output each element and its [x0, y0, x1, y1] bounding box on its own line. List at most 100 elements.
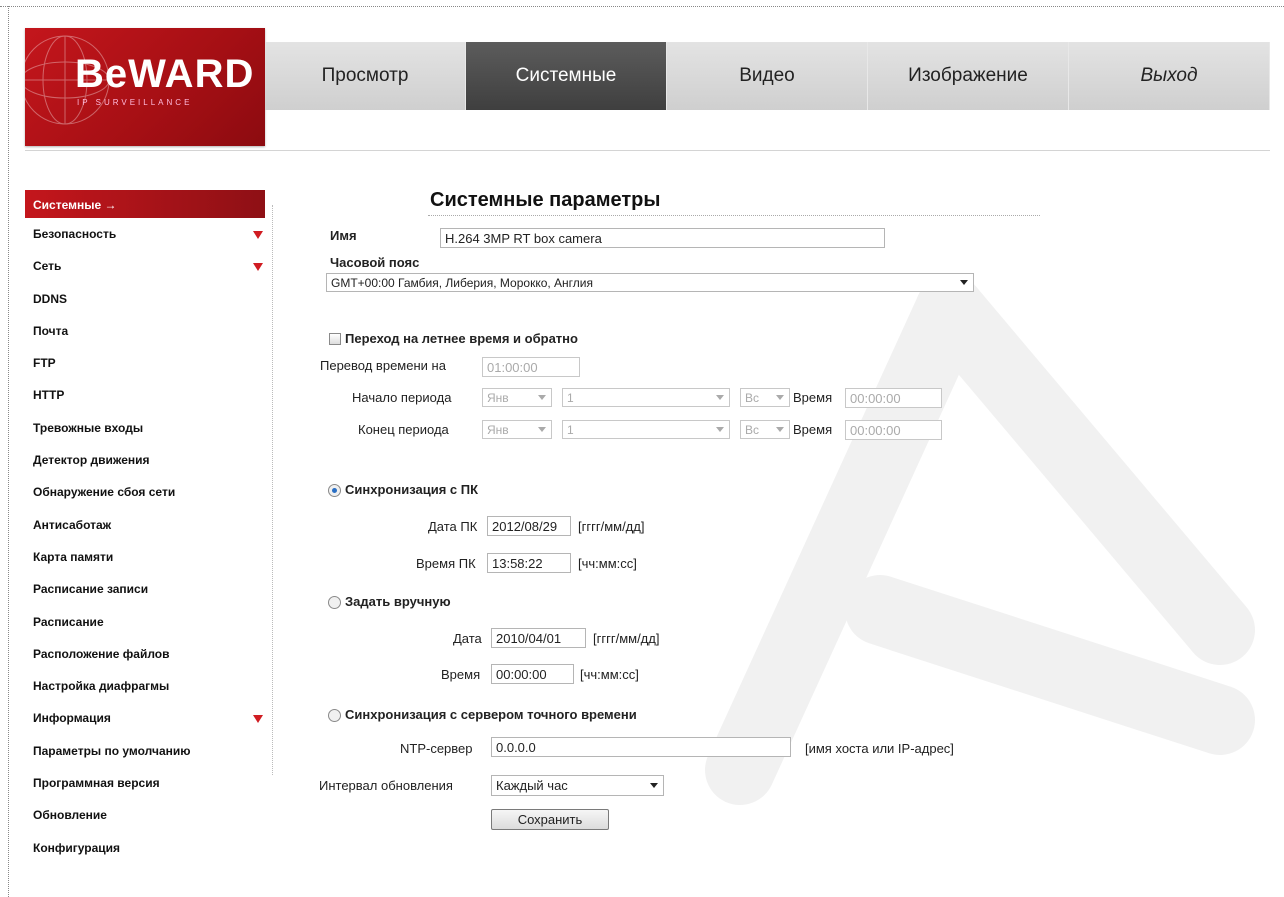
- pc-time-hint: [чч:мм:сс]: [578, 556, 637, 571]
- manual-radio[interactable]: [328, 596, 341, 609]
- expand-arrow-icon: [253, 263, 263, 272]
- title-underline: [428, 215, 1040, 216]
- expand-arrow-icon: [253, 715, 263, 724]
- chevron-down-icon: [716, 395, 724, 400]
- interval-value: Каждый час: [496, 778, 568, 793]
- nav-view[interactable]: Просмотр: [265, 42, 466, 110]
- chevron-down-icon: [716, 427, 724, 432]
- manual-date-input[interactable]: 2010/04/01: [491, 628, 586, 648]
- sidebar-item-record-schedule[interactable]: Расписание записи: [25, 573, 265, 605]
- ntp-radio[interactable]: [328, 709, 341, 722]
- dst-end-label: Конец периода: [358, 422, 449, 437]
- select-value: 1: [567, 423, 574, 437]
- sidebar-item-label: Сеть: [33, 259, 62, 274]
- sidebar-item-defaults[interactable]: Параметры по умолчанию: [25, 735, 265, 767]
- sidebar-item-update[interactable]: Обновление: [25, 799, 265, 831]
- dst-label: Переход на летнее время и обратно: [345, 331, 578, 346]
- ntp-server-hint: [имя хоста или IP-адрес]: [805, 741, 954, 756]
- select-value: Янв: [487, 391, 509, 405]
- sidebar-item-iris[interactable]: Настройка диафрагмы: [25, 670, 265, 702]
- manual-time-hint: [чч:мм:сс]: [580, 667, 639, 682]
- select-value: Вс: [745, 423, 760, 437]
- ntp-label: Синхронизация с сервером точного времени: [345, 707, 637, 722]
- dst-start-time-label: Время: [793, 390, 833, 405]
- sidebar-menu: Системные → Безопасность Сеть DDNS Почта…: [25, 190, 265, 864]
- manual-date-hint: [гггг/мм/дд]: [593, 631, 660, 646]
- logo-subtitle: IP SURVEILLANCE: [77, 98, 193, 107]
- pc-time-input[interactable]: 13:58:22: [487, 553, 571, 573]
- logo-text: BeWARD: [75, 52, 255, 96]
- chevron-down-icon: [960, 280, 968, 285]
- top-navigation: Просмотр Системные Видео Изображение Вых…: [265, 42, 1270, 110]
- header-divider: [25, 150, 1270, 151]
- dst-start-week-select[interactable]: 1: [562, 388, 730, 407]
- dst-start-month-select[interactable]: Янв: [482, 388, 552, 407]
- sidebar-item-ddns[interactable]: DDNS: [25, 283, 265, 315]
- chevron-down-icon: [650, 783, 658, 788]
- dst-start-label: Начало периода: [352, 390, 452, 405]
- name-label: Имя: [330, 228, 357, 243]
- dst-checkbox[interactable]: [329, 333, 341, 345]
- arrow-right-icon: →: [104, 198, 117, 212]
- dst-offset-label: Перевод времени на: [320, 358, 446, 373]
- sidebar-item-http[interactable]: HTTP: [25, 379, 265, 411]
- dst-end-week-select[interactable]: 1: [562, 420, 730, 439]
- page-title: Системные параметры: [430, 189, 661, 211]
- dst-end-time-label: Время: [793, 422, 833, 437]
- brand-logo[interactable]: BeWARD IP SURVEILLANCE: [25, 28, 265, 146]
- timezone-label: Часовой пояс: [330, 255, 420, 270]
- pc-date-input[interactable]: 2012/08/29: [487, 516, 571, 536]
- nav-image[interactable]: Изображение: [868, 42, 1069, 110]
- dst-end-time-input[interactable]: 00:00:00: [845, 420, 942, 440]
- sidebar-item-tamper[interactable]: Антисаботаж: [25, 509, 265, 541]
- sidebar-item-configuration[interactable]: Конфигурация: [25, 832, 265, 864]
- nav-system[interactable]: Системные: [466, 42, 667, 110]
- sidebar-item-ftp[interactable]: FTP: [25, 347, 265, 379]
- pc-date-label: Дата ПК: [428, 519, 478, 534]
- dst-end-day-select[interactable]: Вс: [740, 420, 790, 439]
- select-value: Янв: [487, 423, 509, 437]
- select-value: Вс: [745, 391, 760, 405]
- dst-start-time-input[interactable]: 00:00:00: [845, 388, 942, 408]
- device-name-input[interactable]: H.264 3MP RT box camera: [440, 228, 885, 248]
- sidebar-item-label: Информация: [33, 711, 111, 726]
- chevron-down-icon: [538, 427, 546, 432]
- ntp-server-input[interactable]: 0.0.0.0: [491, 737, 791, 757]
- sidebar-item-mail[interactable]: Почта: [25, 315, 265, 347]
- sidebar-item-alarm-inputs[interactable]: Тревожные входы: [25, 412, 265, 444]
- sidebar-divider: [272, 205, 273, 775]
- watermark-logo: [705, 275, 1255, 805]
- expand-arrow-icon: [253, 231, 263, 239]
- sidebar-item-schedule[interactable]: Расписание: [25, 606, 265, 638]
- nav-video[interactable]: Видео: [667, 42, 868, 110]
- sidebar-item-network-failure[interactable]: Обнаружение сбоя сети: [25, 476, 265, 508]
- sidebar-item-firmware-version[interactable]: Программная версия: [25, 767, 265, 799]
- sidebar-item-file-location[interactable]: Расположение файлов: [25, 638, 265, 670]
- manual-time-input[interactable]: 00:00:00: [491, 664, 574, 684]
- sidebar-item-security[interactable]: Безопасность: [25, 218, 265, 250]
- sync-pc-radio[interactable]: [328, 484, 341, 497]
- save-button[interactable]: Сохранить: [491, 809, 609, 830]
- sync-pc-label: Синхронизация с ПК: [345, 482, 479, 497]
- ntp-server-label: NTP-сервер: [400, 741, 473, 756]
- pc-time-label: Время ПК: [416, 556, 476, 571]
- dst-end-month-select[interactable]: Янв: [482, 420, 552, 439]
- chevron-down-icon: [776, 427, 784, 432]
- timezone-value: GMT+00:00 Гамбия, Либерия, Морокко, Англ…: [331, 276, 593, 290]
- manual-label: Задать вручную: [345, 594, 451, 609]
- dst-start-day-select[interactable]: Вс: [740, 388, 790, 407]
- manual-time-label: Время: [441, 667, 481, 682]
- sidebar-item-system[interactable]: Системные →: [25, 190, 265, 218]
- nav-logout[interactable]: Выход: [1069, 42, 1270, 110]
- sidebar-item-memory-card[interactable]: Карта памяти: [25, 541, 265, 573]
- timezone-select[interactable]: GMT+00:00 Гамбия, Либерия, Морокко, Англ…: [326, 273, 974, 292]
- dst-offset-input[interactable]: 01:00:00: [482, 357, 580, 377]
- interval-label: Интервал обновления: [319, 778, 453, 793]
- sidebar-item-network[interactable]: Сеть: [25, 250, 265, 282]
- sidebar-item-motion-detector[interactable]: Детектор движения: [25, 444, 265, 476]
- interval-select[interactable]: Каждый час: [491, 775, 664, 796]
- pc-date-hint: [гггг/мм/дд]: [578, 519, 645, 534]
- select-value: 1: [567, 391, 574, 405]
- sidebar-item-label: Системные: [33, 198, 102, 212]
- sidebar-item-information[interactable]: Информация: [25, 702, 265, 734]
